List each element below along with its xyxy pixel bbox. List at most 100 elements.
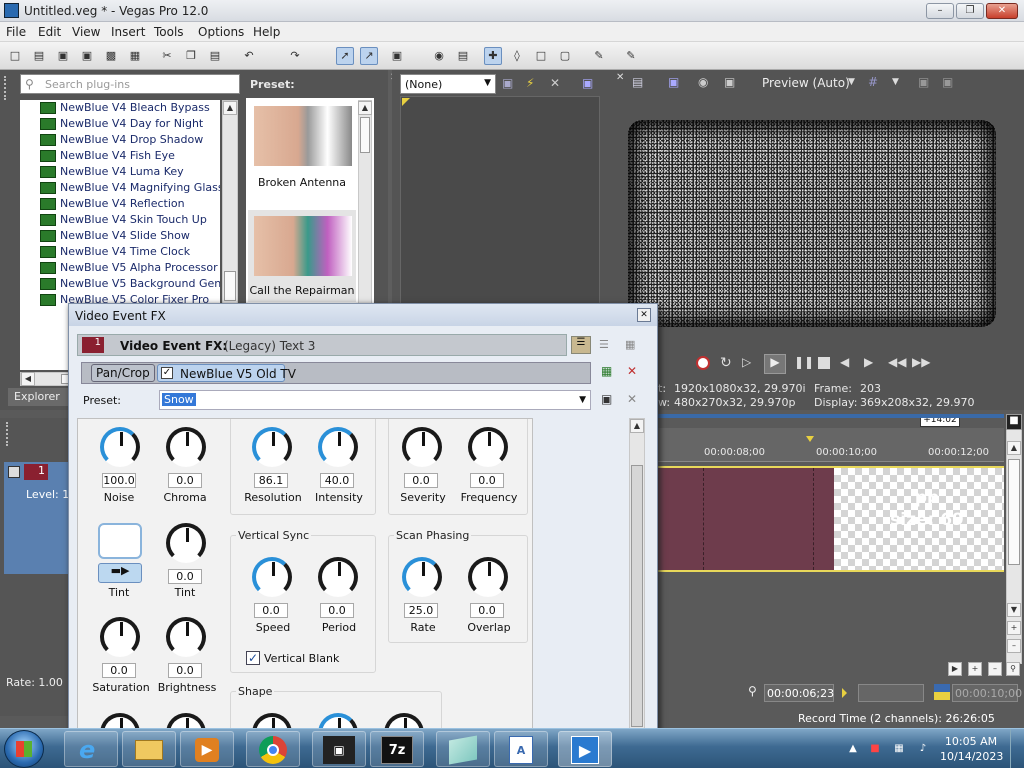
brush-icon[interactable]: ✎ — [590, 47, 608, 65]
resolution-value[interactable]: 86.1 — [254, 473, 288, 488]
zoom-tool-icon[interactable]: ▢ — [556, 47, 574, 65]
checkbox-icon[interactable]: ✓ — [161, 367, 173, 379]
cut-icon[interactable]: ✂ — [158, 47, 176, 65]
play-icon[interactable]: ▶ — [764, 354, 786, 374]
cursor-time[interactable]: 00:00:06;23 — [764, 684, 834, 702]
speed-knob[interactable] — [252, 557, 292, 597]
delete-preset-icon[interactable]: ✕ — [627, 392, 643, 408]
monitor-icon[interactable]: ▣ — [582, 76, 598, 92]
clock-date[interactable]: 10/14/2023 — [940, 750, 1003, 763]
chain-edit-icon[interactable]: ▣ — [502, 76, 518, 92]
tray-security-icon[interactable]: ■ — [868, 742, 882, 756]
save-preset-icon[interactable]: ▣ — [601, 392, 617, 408]
scroll-up-icon[interactable]: ▲ — [223, 101, 237, 115]
fx-body-scrollbar[interactable]: ▲ — [629, 418, 645, 730]
overlap-value[interactable]: 0.0 — [470, 603, 504, 618]
chevron-down-icon[interactable]: ▼ — [892, 77, 899, 87]
auto-ripple-icon[interactable]: ◉ — [430, 47, 448, 65]
timeline-scroll-thumb[interactable] — [1008, 459, 1020, 565]
maximize-button[interactable]: ❐ — [956, 3, 984, 19]
tint-eyedropper-icon[interactable]: ▬▶ — [98, 563, 142, 583]
overlay-icon[interactable]: ▣ — [724, 75, 735, 89]
paste-icon[interactable]: ▤ — [206, 47, 224, 65]
prev-frame-icon[interactable]: ◀◀ — [888, 355, 906, 369]
undo-icon[interactable]: ↶ — [240, 47, 258, 65]
note-icon[interactable]: ■ — [1006, 414, 1022, 430]
menu-edit[interactable]: Edit — [38, 25, 61, 39]
text-event-clip[interactable]: pp size: 69 — [834, 466, 1004, 572]
chroma-knob[interactable] — [166, 427, 206, 467]
list-item[interactable]: NewBlue V4 Slide Show — [40, 228, 190, 244]
taskbar-app-dl[interactable]: ▣ — [312, 731, 366, 767]
tray-network-icon[interactable]: ▦ — [892, 742, 906, 756]
list-view-icon[interactable]: ☰ — [599, 338, 613, 352]
monitor-icon[interactable]: ▣ — [668, 75, 679, 89]
redo-icon[interactable]: ↷ — [286, 47, 304, 65]
menu-view[interactable]: View — [72, 25, 100, 39]
list-item[interactable]: NewBlue V4 Bleach Bypass — [40, 100, 210, 116]
lock-envelopes-icon[interactable]: ▤ — [454, 47, 472, 65]
taskbar-notes[interactable] — [436, 731, 490, 767]
new-icon[interactable]: □ — [6, 47, 24, 65]
saturation-value[interactable]: 0.0 — [102, 663, 136, 678]
menu-insert[interactable]: Insert — [111, 25, 145, 39]
preset-scrollbar[interactable]: ▲ — [358, 100, 372, 304]
list-item[interactable]: NewBlue V4 Luma Key — [40, 164, 184, 180]
explorer-tab[interactable]: Explorer — [8, 388, 68, 406]
brightness-knob[interactable] — [166, 617, 206, 657]
microphone-icon[interactable]: ⚲ — [748, 684, 758, 700]
overlap-knob[interactable] — [468, 557, 508, 597]
zoom-tool-icon[interactable]: ⚲ — [1006, 662, 1020, 676]
list-item[interactable]: NewBlue V4 Reflection — [40, 196, 185, 212]
timeline-vscrollbar[interactable]: ▲ ▼ + – — [1006, 414, 1022, 664]
loop-icon[interactable]: ↻ — [720, 355, 732, 371]
copy-snapshot-icon[interactable]: ▣ — [918, 75, 929, 89]
preview-quality-select[interactable]: Preview (Auto) — [762, 76, 850, 90]
fx-scroll-thumb[interactable] — [631, 465, 643, 727]
frequency-knob[interactable] — [468, 427, 508, 467]
video-event-clip[interactable] — [658, 466, 834, 572]
remove-icon[interactable]: ✕ — [550, 76, 566, 92]
taskbar-explorer[interactable] — [122, 731, 176, 767]
severity-value[interactable]: 0.0 — [404, 473, 438, 488]
intensity-knob[interactable] — [318, 427, 358, 467]
list-item[interactable]: NewBlue V4 Fish Eye — [40, 148, 175, 164]
tint-knob[interactable] — [166, 523, 206, 563]
menu-help[interactable]: Help — [253, 25, 280, 39]
list-item[interactable]: NewBlue V4 Time Clock — [40, 244, 190, 260]
zoom-in-icon[interactable]: + — [1007, 621, 1021, 635]
list-item[interactable]: NewBlue V4 Day for Night — [40, 116, 203, 132]
noise-value[interactable]: 100.0 — [102, 473, 136, 488]
scroll-left-icon[interactable]: ◀ — [21, 372, 35, 386]
view-mode-icon[interactable]: ☰ — [571, 336, 591, 354]
zoom-out-icon[interactable]: – — [1007, 639, 1021, 653]
chroma-value[interactable]: 0.0 — [168, 473, 202, 488]
auto-crossfade-icon[interactable]: ◊ — [508, 47, 526, 65]
record-icon[interactable] — [696, 356, 710, 370]
close-button[interactable]: ✕ — [986, 3, 1018, 19]
brightness-value[interactable]: 0.0 — [168, 663, 202, 678]
grid-view-icon[interactable]: ▦ — [625, 338, 641, 352]
vertical-blank-checkbox[interactable]: ✓ — [246, 651, 260, 665]
video-fx-icon[interactable]: ▤ — [632, 75, 643, 89]
list-item[interactable]: NewBlue V5 Background Gene — [40, 276, 220, 292]
taskbar-editor[interactable]: A — [494, 731, 548, 767]
fx-chain-select[interactable]: (None) ▼ — [400, 74, 496, 94]
list-item[interactable]: NewBlue V4 Magnifying Glass — [40, 180, 220, 196]
scroll-up-icon[interactable]: ▲ — [630, 419, 644, 433]
grid-icon[interactable]: # — [868, 75, 878, 89]
scroll-thumb[interactable] — [224, 271, 236, 301]
rate-value[interactable]: 25.0 — [404, 603, 438, 618]
chevron-down-icon[interactable]: ▼ — [848, 77, 855, 87]
intensity-value[interactable]: 40.0 — [320, 473, 354, 488]
snapping-icon[interactable]: ▣ — [388, 47, 406, 65]
zoom-in-icon[interactable]: + — [968, 662, 982, 676]
taskbar-internet-explorer[interactable]: e — [64, 731, 118, 767]
plugin-chain-icon[interactable]: ▦ — [601, 364, 617, 380]
menu-file[interactable]: File — [6, 25, 26, 39]
period-value[interactable]: 0.0 — [320, 603, 354, 618]
tray-expand-icon[interactable]: ▲ — [846, 742, 860, 756]
remove-plugin-icon[interactable]: ✕ — [627, 364, 643, 380]
normal-edit-tool-icon[interactable]: ➚ — [336, 47, 354, 65]
list-item[interactable]: NewBlue V5 Alpha Processor — [40, 260, 218, 276]
